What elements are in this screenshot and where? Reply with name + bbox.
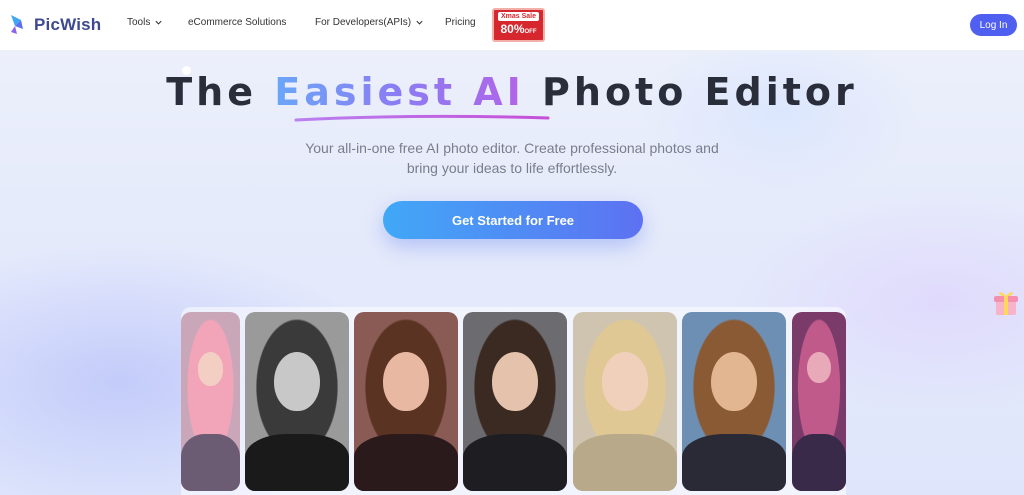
cyber-headphones-portrait[interactable] xyxy=(792,312,846,491)
portrait-body xyxy=(573,433,677,491)
hero-title-part1: The xyxy=(166,70,275,114)
blonde-braids-portrait[interactable] xyxy=(573,312,677,491)
pink-hair-headphones-portrait[interactable] xyxy=(181,312,240,491)
portrait-face xyxy=(383,352,429,412)
xmas-sale-badge[interactable]: Xmas Sale 80%OFF xyxy=(492,8,545,42)
hero-subtitle-line2: bring your ideas to life effortlessly. xyxy=(406,160,618,176)
portrait-body xyxy=(792,433,846,491)
nav-ecommerce-solutions[interactable]: eCommerce Solutions xyxy=(188,17,286,28)
portrait-body xyxy=(245,433,349,491)
portrait-face xyxy=(197,352,224,386)
get-started-button[interactable]: Get Started for Free xyxy=(383,201,643,239)
sale-badge-percent: 80% xyxy=(500,21,525,36)
nav-tools-label: Tools xyxy=(127,17,151,28)
sale-badge-discount: 80%OFF xyxy=(500,22,536,39)
portrait-face xyxy=(807,352,831,383)
portrait-body xyxy=(463,433,567,491)
top-navbar: PicWish Tools eCommerce Solutions For De… xyxy=(0,0,1024,51)
portrait-face xyxy=(711,352,757,412)
hero-subtitle-line1: Your all-in-one free AI photo editor. Cr… xyxy=(305,140,719,156)
logo[interactable]: PicWish xyxy=(8,12,101,38)
portrait-face xyxy=(492,352,538,412)
login-button[interactable]: Log In xyxy=(970,14,1017,36)
portrait-face xyxy=(274,352,320,412)
hero-subtitle: Your all-in-one free AI photo editor. Cr… xyxy=(0,138,1024,178)
floral-dress-portrait[interactable] xyxy=(354,312,458,491)
logo-text: PicWish xyxy=(34,15,102,34)
nav-for-developers[interactable]: For Developers(APIs) xyxy=(315,17,424,28)
hero-title-highlight: Easiest AI xyxy=(274,70,525,114)
gift-icon[interactable] xyxy=(992,287,1020,317)
monochrome-portrait[interactable] xyxy=(245,312,349,491)
nav-pricing-label: Pricing xyxy=(445,17,476,28)
picwish-logo-icon xyxy=(11,15,23,34)
portrait-face xyxy=(602,352,648,412)
hero-title-part2: Photo Editor xyxy=(524,70,858,114)
portrait-body xyxy=(181,433,240,491)
nav-developers-label: For Developers(APIs) xyxy=(315,17,412,28)
hero-title: The Easiest AI Photo Editor xyxy=(0,70,1024,114)
nav-ecommerce-label: eCommerce Solutions xyxy=(188,17,287,28)
nav-tools[interactable]: Tools xyxy=(127,17,163,28)
blazer-portrait[interactable] xyxy=(463,312,567,491)
sale-badge-suffix: OFF xyxy=(524,28,537,35)
chevron-down-icon xyxy=(416,20,423,25)
painted-style-portrait[interactable] xyxy=(682,312,786,491)
sale-badge-title: Xmas Sale xyxy=(497,11,540,21)
chevron-down-icon xyxy=(155,20,162,25)
portrait-body xyxy=(354,433,458,491)
portrait-body xyxy=(682,433,786,491)
nav-pricing[interactable]: Pricing xyxy=(445,17,476,28)
highlight-underline xyxy=(294,114,550,122)
